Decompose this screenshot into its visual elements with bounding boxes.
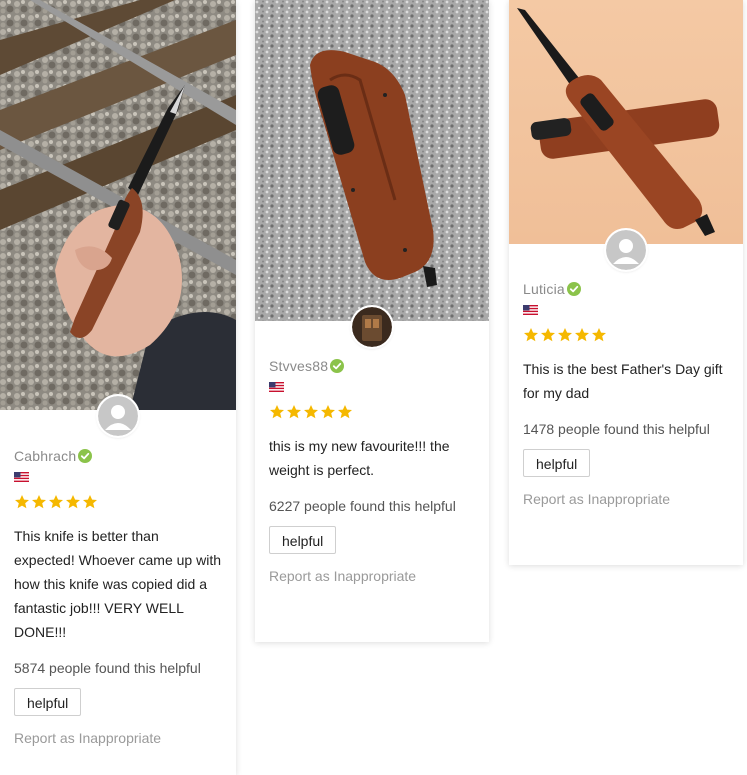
helpful-count: 5874 people found this helpful	[14, 660, 201, 676]
star-icon	[592, 328, 606, 342]
star-icon	[49, 495, 63, 509]
star-icon	[575, 328, 589, 342]
star-icon	[558, 328, 572, 342]
star-icon	[270, 405, 284, 419]
review-text: This is the best Father's Day gift for m…	[523, 361, 723, 401]
star-icon	[338, 405, 352, 419]
review-photo[interactable]	[509, 0, 743, 244]
helpful-button[interactable]: helpful	[269, 526, 337, 554]
star-icon	[15, 495, 29, 509]
reviewer-name: Luticia	[523, 281, 565, 297]
star-icon	[541, 328, 555, 342]
star-rating	[14, 494, 222, 510]
review-card: Luticia This is the best Father's Day gi…	[509, 0, 743, 565]
report-link[interactable]: Report as Inappropriate	[269, 566, 475, 586]
report-link[interactable]: Report as Inappropriate	[14, 728, 222, 748]
review-text: this is my new favourite!!! the weight i…	[269, 438, 450, 478]
verified-check-icon	[78, 449, 93, 463]
review-photo[interactable]	[255, 0, 489, 321]
star-icon	[32, 495, 46, 509]
star-icon	[83, 495, 97, 509]
reviewer-name: Cabhrach	[14, 448, 77, 464]
us-flag-icon	[523, 305, 538, 315]
review-card: Stvves88 this is my new favourite!!! the…	[255, 0, 489, 642]
reviewer-name: Stvves88	[269, 358, 329, 374]
review-photo[interactable]	[0, 0, 236, 410]
us-flag-icon	[14, 472, 29, 482]
report-link[interactable]: Report as Inappropriate	[523, 489, 729, 509]
star-icon	[304, 405, 318, 419]
review-text: This knife is better than expected! Whoe…	[14, 528, 221, 640]
user-avatar	[352, 307, 392, 347]
star-icon	[524, 328, 538, 342]
verified-check-icon	[330, 359, 345, 373]
star-icon	[287, 405, 301, 419]
user-avatar-icon	[98, 396, 138, 436]
helpful-button[interactable]: helpful	[14, 688, 82, 716]
star-icon	[321, 405, 335, 419]
star-rating	[269, 404, 475, 420]
helpful-count: 6227 people found this helpful	[269, 498, 456, 514]
user-avatar-icon	[606, 230, 646, 270]
star-rating	[523, 327, 729, 343]
us-flag-icon	[269, 382, 284, 392]
verified-check-icon	[566, 282, 581, 296]
helpful-count: 1478 people found this helpful	[523, 421, 710, 437]
helpful-button[interactable]: helpful	[523, 449, 591, 477]
star-icon	[66, 495, 80, 509]
review-card: Cabhrach This knife is better than expec…	[0, 0, 236, 775]
